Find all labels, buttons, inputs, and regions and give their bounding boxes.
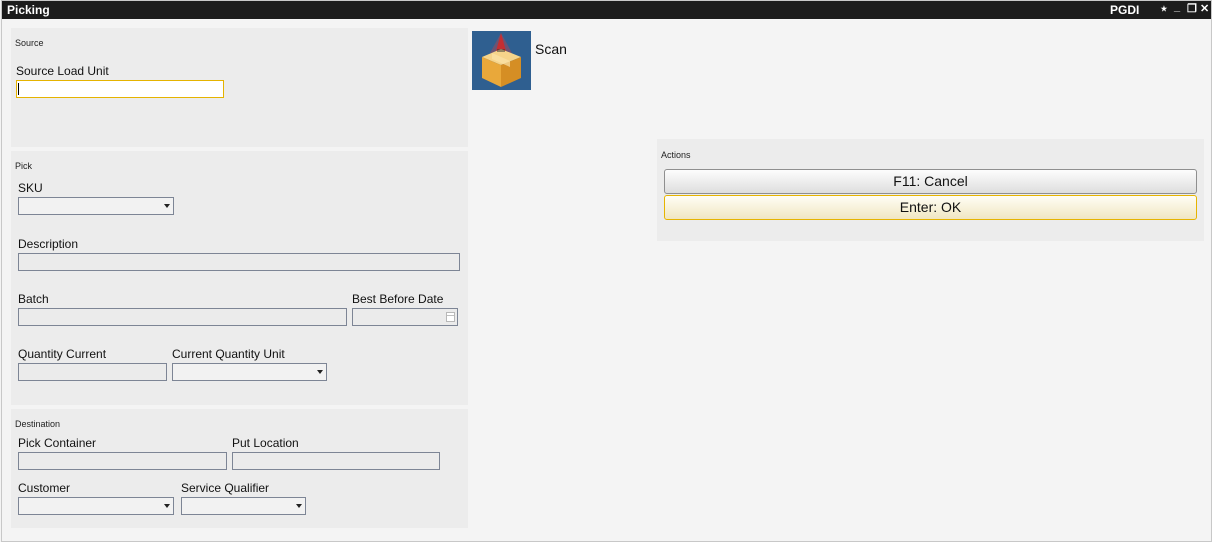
put-location-field[interactable] xyxy=(232,452,440,470)
description-label: Description xyxy=(18,237,79,251)
source-panel: Source Source Load Unit xyxy=(11,28,468,147)
customer-select[interactable] xyxy=(18,497,174,515)
sku-select[interactable] xyxy=(18,197,174,215)
scan-label: Scan xyxy=(535,41,567,57)
cancel-button[interactable]: F11: Cancel xyxy=(664,169,1197,194)
description-field[interactable] xyxy=(18,253,460,271)
actions-panel: Actions F11: Cancel Enter: OK xyxy=(657,139,1204,241)
best-before-date-label: Best Before Date xyxy=(352,292,444,306)
pin-icon[interactable]: ⭑ xyxy=(1161,3,1167,15)
quantity-current-label: Quantity Current xyxy=(18,347,107,361)
pick-panel: Pick SKU Description Batch Best Before D… xyxy=(11,151,468,405)
text-caret xyxy=(18,83,19,95)
service-qualifier-label: Service Qualifier xyxy=(181,481,270,495)
pick-container-field[interactable] xyxy=(18,452,227,470)
current-quantity-unit-label: Current Quantity Unit xyxy=(172,347,285,361)
chevron-down-icon xyxy=(164,504,170,508)
window-title: Picking xyxy=(7,3,50,17)
chevron-down-icon xyxy=(164,204,170,208)
source-load-unit-input[interactable] xyxy=(16,80,224,98)
source-panel-title: Source xyxy=(15,38,44,48)
batch-field[interactable] xyxy=(18,308,347,326)
chevron-down-icon xyxy=(317,370,323,374)
current-quantity-unit-select[interactable] xyxy=(172,363,327,381)
service-qualifier-select[interactable] xyxy=(181,497,306,515)
customer-label: Customer xyxy=(18,481,71,495)
title-bar: Picking PGDI ⭑ _ ❐ ✕ xyxy=(2,1,1211,19)
destination-panel-title: Destination xyxy=(15,419,61,429)
picking-window: Picking PGDI ⭑ _ ❐ ✕ Source Source Load … xyxy=(1,0,1212,542)
user-code: PGDI xyxy=(1110,3,1140,17)
source-load-unit-label: Source Load Unit xyxy=(16,64,109,78)
quantity-current-field[interactable] xyxy=(18,363,167,381)
best-before-date-field[interactable] xyxy=(352,308,458,326)
destination-panel: Destination Pick Container Put Location … xyxy=(11,409,468,528)
calendar-icon[interactable] xyxy=(446,312,455,322)
actions-panel-title: Actions xyxy=(661,150,691,160)
ok-button[interactable]: Enter: OK xyxy=(664,195,1197,220)
pick-panel-title: Pick xyxy=(15,161,33,171)
sku-label: SKU xyxy=(18,181,43,195)
close-icon[interactable]: ✕ xyxy=(1200,3,1209,15)
pick-container-label: Pick Container xyxy=(18,436,97,450)
chevron-down-icon xyxy=(296,504,302,508)
put-location-label: Put Location xyxy=(232,436,299,450)
minimize-icon[interactable]: _ xyxy=(1174,1,1180,13)
restore-icon[interactable]: ❐ xyxy=(1187,3,1197,15)
scan-box-icon[interactable] xyxy=(472,31,531,90)
batch-label: Batch xyxy=(18,292,49,306)
